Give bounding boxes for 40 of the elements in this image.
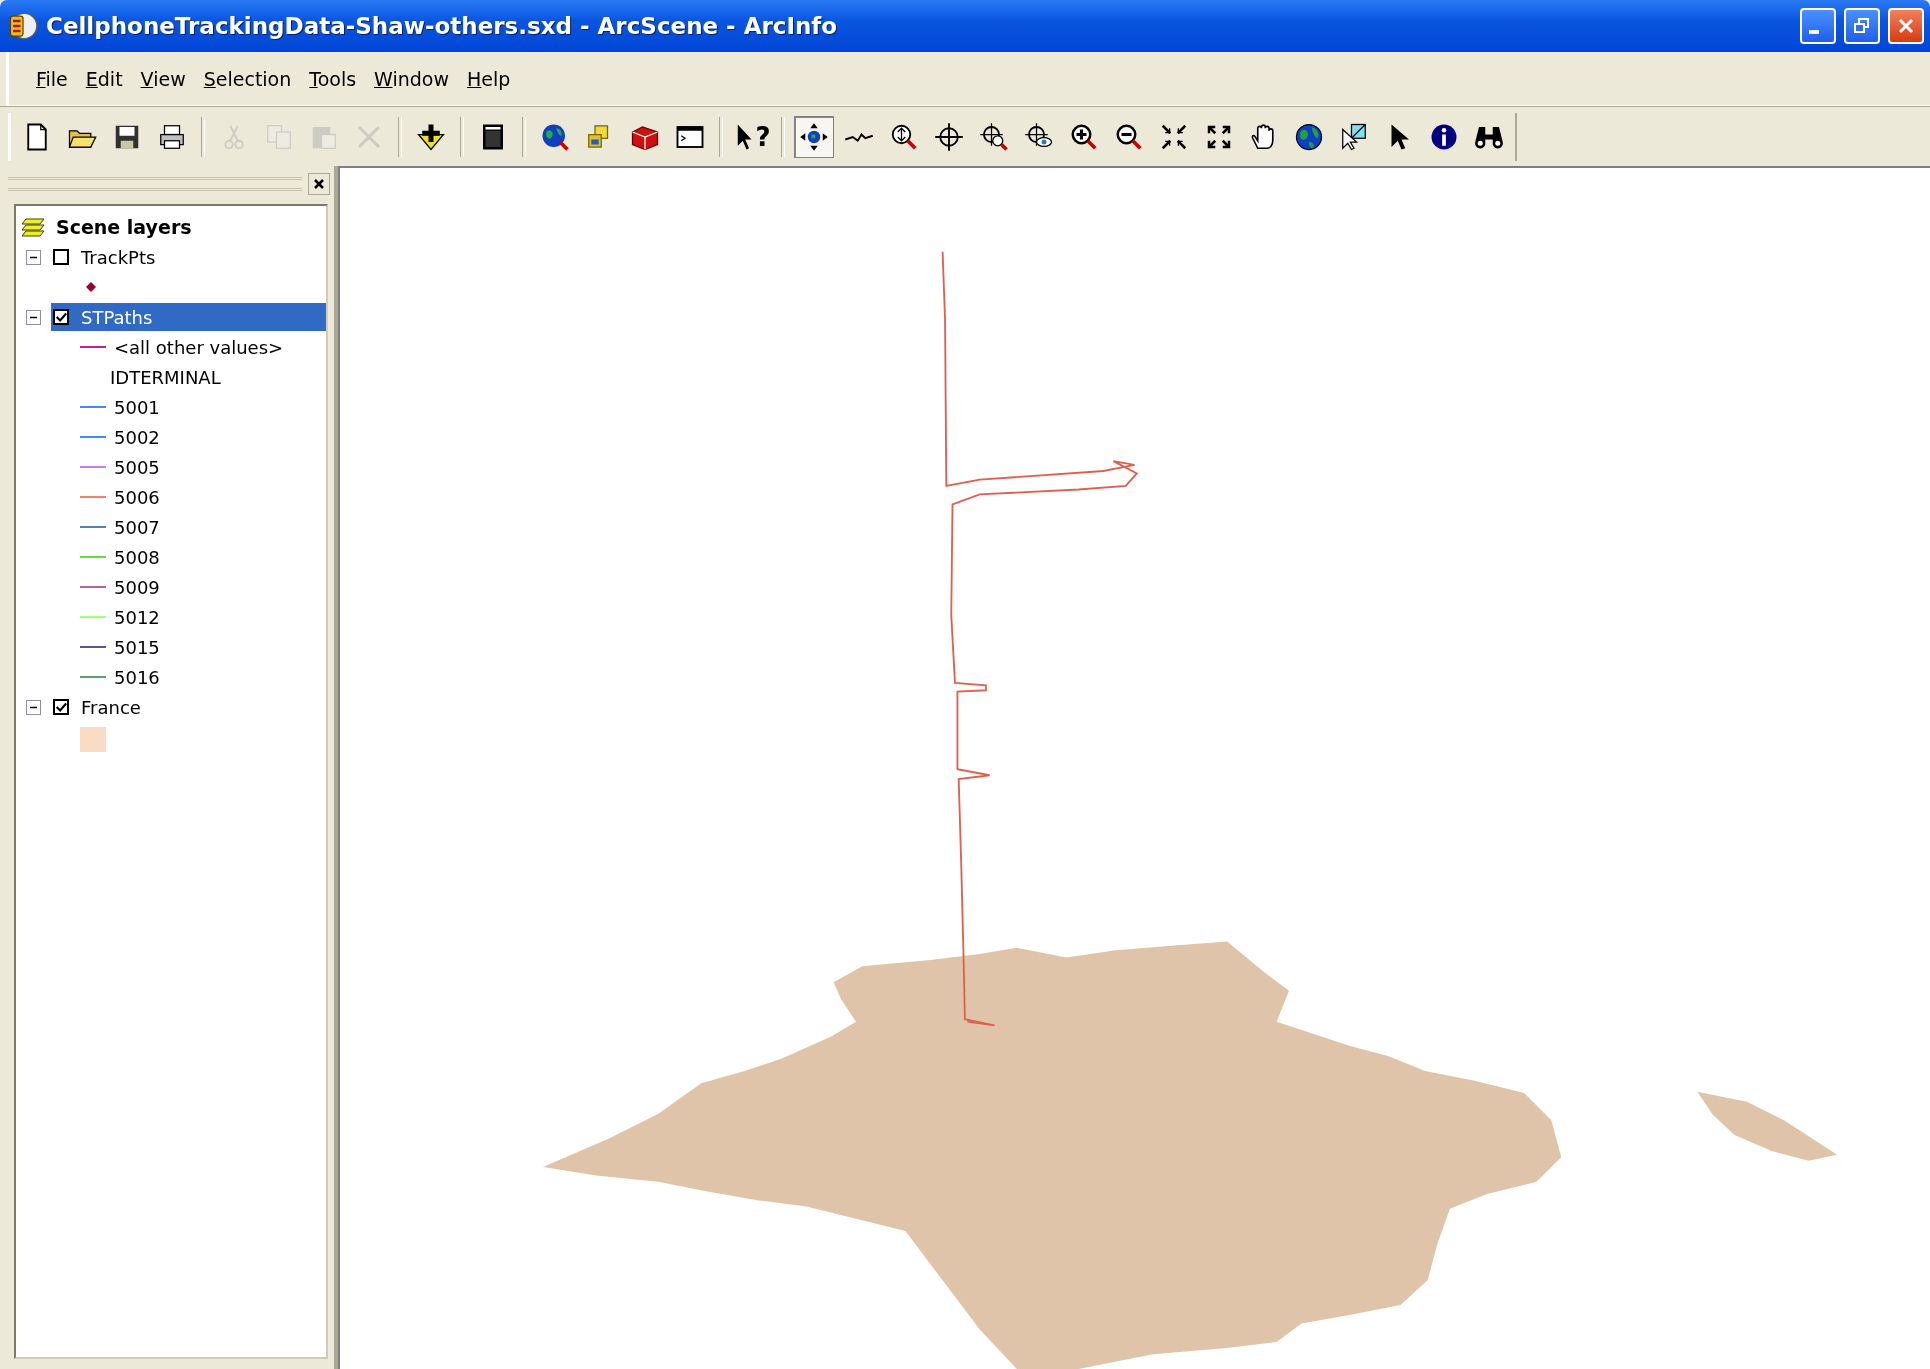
legend-label: 5007 [114,516,160,538]
legend-label: 5008 [114,546,160,568]
checkbox[interactable] [53,309,69,325]
window-title: CellphoneTrackingData-Shaw-others.sxd - ArcScene - ArcInfo [46,13,839,39]
legend-label: 5016 [114,666,160,688]
collapse-toggle[interactable] [26,699,41,715]
legend-label: 5012 [114,606,160,628]
menu-item[interactable]: Window [367,63,457,94]
menu-item[interactable]: File [29,63,75,94]
restore-button[interactable] [1844,8,1880,44]
field-name: IDTERMINAL [110,366,221,388]
checkbox[interactable] [53,699,69,715]
legend-label: 5009 [114,576,160,598]
help-button[interactable]: ? [732,115,772,158]
legend-label: 5002 [114,426,160,448]
panel-grip[interactable] [8,177,302,191]
close-icon[interactable] [308,173,330,195]
legend-label: 5005 [114,456,160,478]
layer-item[interactable]: TrackPts [51,243,176,271]
collapse-toggle[interactable] [26,309,41,325]
minimize-icon [1809,30,1819,34]
legend-label: 5015 [114,636,160,658]
menu-item[interactable]: Edit [78,63,130,94]
legend-label: 5001 [114,396,160,418]
legend-label: 5006 [114,486,160,508]
navigate-icon[interactable] [794,115,834,158]
legend-label: <all other values> [114,336,284,358]
app-icon [8,11,38,41]
checkbox[interactable] [53,249,69,265]
collapse-toggle[interactable] [26,249,41,265]
menu-item[interactable]: Selection [196,63,299,94]
close-button[interactable] [1888,8,1924,44]
layers-icon [22,215,48,239]
layer-item[interactable]: STPaths [51,303,326,331]
menu-item[interactable]: View [133,63,193,94]
menu-item[interactable]: Tools [302,63,364,94]
menu-item[interactable]: Help [460,63,518,94]
tree-root-label: Scene layers [56,216,192,238]
minimize-button[interactable] [1800,8,1836,44]
layer-item[interactable]: France [51,693,161,721]
